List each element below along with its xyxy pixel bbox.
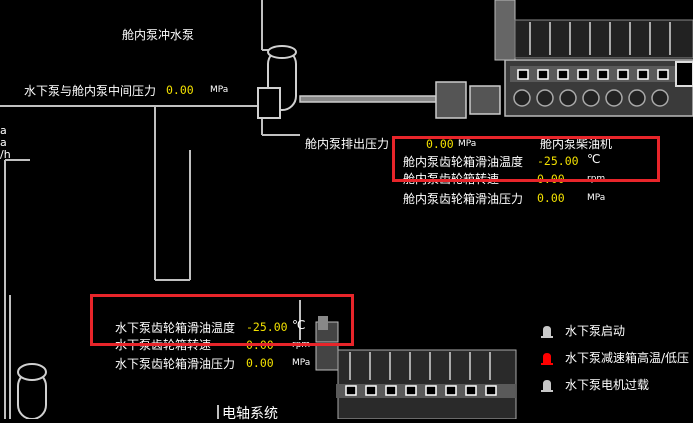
coupling-graphic bbox=[299, 81, 501, 119]
legend-item-uw-gearbox-alarm: 水下泵减速箱高温/低压 bbox=[539, 349, 689, 366]
cabin-engine-graphic bbox=[494, 0, 693, 117]
uw-gearbox-pressure-label: 水下泵齿轮箱滑油压力 bbox=[115, 357, 236, 371]
bell-icon bbox=[541, 379, 553, 392]
mid-pressure-unit: MPa bbox=[210, 85, 229, 95]
cabin-gearbox-pressure-unit: MPa bbox=[587, 193, 606, 203]
bell-icon bbox=[541, 325, 553, 338]
cabin-gearbox-pressure-label: 舱内泵齿轮箱滑油压力 bbox=[403, 192, 524, 206]
uw-gearbox-pressure-value: 0.00 bbox=[246, 356, 274, 370]
discharge-pressure-label: 舱内泵排出压力 bbox=[305, 137, 390, 151]
cabin-pump-graphic bbox=[257, 45, 297, 119]
mid-pressure-value: 0.00 bbox=[166, 83, 194, 97]
legend-label: 水下泵电机过载 bbox=[565, 378, 650, 392]
cabin-gearbox-pressure-value: 0.00 bbox=[537, 191, 565, 205]
legend-item-uw-motor-overload: 水下泵电机过载 bbox=[539, 376, 649, 393]
uw-gearbox-highlight-box bbox=[90, 294, 354, 346]
cabin-pump-water-label: 舱内泵冲水泵 bbox=[122, 28, 195, 42]
legend-item-uw-start: 水下泵启动 bbox=[539, 322, 625, 339]
uw-gearbox-pressure-unit: MPa bbox=[292, 358, 311, 368]
mid-pressure-label: 水下泵与舱内泵中间压力 bbox=[24, 84, 157, 98]
underwater-pump-graphic bbox=[17, 363, 47, 419]
left-cut-label-h: /h bbox=[0, 148, 11, 161]
bell-icon bbox=[541, 352, 553, 365]
cabin-gearbox-highlight-box bbox=[392, 136, 660, 182]
legend-label: 水下泵启动 bbox=[565, 324, 626, 338]
legend-label: 水下泵减速箱高温/低压 bbox=[565, 351, 690, 365]
shaft-system-label: 电轴系统 bbox=[222, 406, 278, 422]
